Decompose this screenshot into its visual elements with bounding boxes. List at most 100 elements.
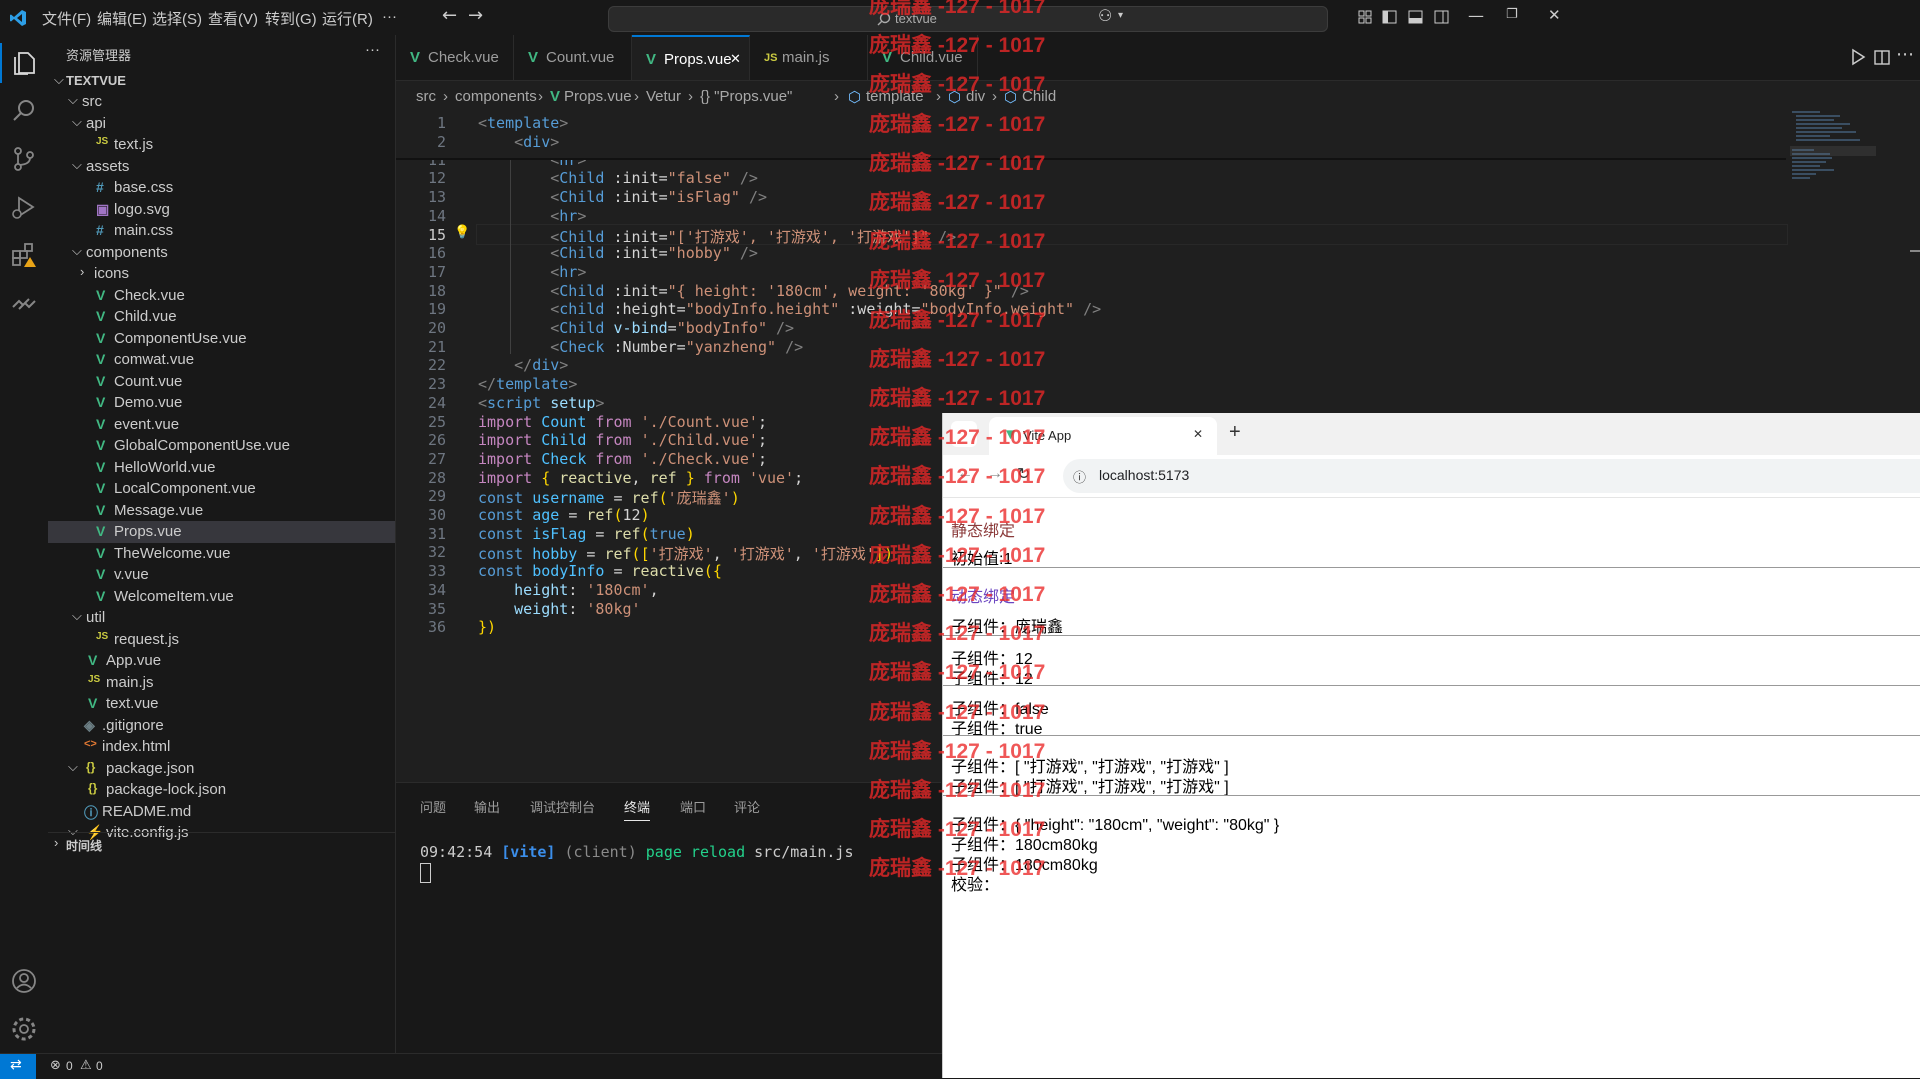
tree-item-globalcomponentuse-vue[interactable]: V GlobalComponentUse.vue xyxy=(48,435,395,457)
back-arrow-icon[interactable]: ← xyxy=(442,5,457,26)
menu-go[interactable]: 转到(G) xyxy=(265,8,317,29)
toggle-panel-icon[interactable] xyxy=(1408,10,1423,24)
vscode-logo-icon[interactable] xyxy=(9,9,27,27)
tree-item-components[interactable]: ⌵ components xyxy=(48,242,395,264)
tree-item-icons[interactable]: › icons xyxy=(48,263,395,285)
tree-item-package-json[interactable]: ⌵ {} package.json xyxy=(48,758,395,780)
tree-item-assets[interactable]: ⌵ assets xyxy=(48,156,395,178)
tab-count-vue[interactable]: V Count.vue xyxy=(514,35,632,80)
tree-item-event-vue[interactable]: Vevent.vue xyxy=(48,414,395,436)
explorer-files-icon[interactable] xyxy=(10,49,38,77)
js-file-icon: JS xyxy=(88,673,101,685)
tree-item-main-js[interactable]: JS main.js xyxy=(48,672,395,694)
panel-tab-output[interactable]: 输出 xyxy=(474,797,500,816)
tree-item-app-vue[interactable]: V App.vue xyxy=(48,650,395,672)
tree-item-util[interactable]: ⌵ util xyxy=(48,607,395,629)
line-number: 22 xyxy=(427,356,446,375)
tab-props-vue[interactable]: V Props.vue ✕ xyxy=(632,35,750,80)
tree-item-welcomeitem-vue[interactable]: V WelcomeItem.vue xyxy=(48,586,395,608)
tree-item-package-lock-json[interactable]: {} package-lock.json xyxy=(48,779,395,801)
tree-item-text-js[interactable]: JS text.js xyxy=(48,134,395,156)
copilot-chevron-down-icon[interactable]: ▾ xyxy=(1118,10,1123,21)
watermark-text: 庞瑞鑫 -127 - 1017 xyxy=(869,151,1046,175)
address-bar[interactable]: ⓘ localhost:5173 xyxy=(1063,459,1920,493)
split-editor-icon[interactable] xyxy=(1874,50,1890,65)
tree-item-child-vue[interactable]: V Child.vue xyxy=(48,306,395,328)
panel-tab-debug-console[interactable]: 调试控制台 xyxy=(530,797,595,816)
address-url[interactable]: localhost:5173 xyxy=(1099,467,1189,483)
minimize-window-icon[interactable]: — xyxy=(1468,6,1484,25)
terminal-cursor[interactable] xyxy=(420,863,431,883)
menu-view[interactable]: 查看(V) xyxy=(208,8,258,29)
code-line: }) xyxy=(478,618,497,637)
accounts-icon[interactable] xyxy=(10,967,38,995)
tree-item-readme-md[interactable]: ⓘ README.md xyxy=(48,801,395,823)
tree-item-main-css[interactable]: # main.css xyxy=(48,220,395,242)
tab-check-vue[interactable]: V Check.vue xyxy=(396,35,514,80)
tree-item-text-vue[interactable]: Vtext.vue xyxy=(48,693,395,715)
warning-count[interactable]: 0 xyxy=(96,1059,103,1073)
menu-run[interactable]: 运行(R) xyxy=(322,8,373,29)
restore-window-icon[interactable]: ❐ xyxy=(1506,7,1518,22)
source-control-icon[interactable] xyxy=(10,145,38,173)
tree-item-helloworld-vue[interactable]: V HelloWorld.vue xyxy=(48,457,395,479)
new-tab-button[interactable]: + xyxy=(1229,421,1241,444)
breadcrumb-components[interactable]: components xyxy=(455,88,537,105)
panel-tab-comments[interactable]: 评论 xyxy=(734,797,760,816)
close-window-icon[interactable]: ✕ xyxy=(1548,6,1561,24)
copilot-icon[interactable]: ⚇ xyxy=(1098,6,1112,25)
tree-item-api[interactable]: ⌵ api xyxy=(48,113,395,135)
tab-close-icon[interactable]: ✕ xyxy=(730,51,741,67)
tree-item-count-vue[interactable]: V Count.vue xyxy=(48,371,395,393)
run-file-play-icon[interactable] xyxy=(1850,48,1866,66)
breadcrumb-props-vue[interactable]: Props.vue xyxy=(564,88,632,105)
menu-selection[interactable]: 选择(S) xyxy=(152,8,202,29)
tab-main-js[interactable]: JS main.js xyxy=(750,35,868,80)
menu-edit[interactable]: 编辑(E) xyxy=(97,8,147,29)
menu-more[interactable]: ··· xyxy=(382,8,397,25)
tree-item-logo-svg[interactable]: ▣ logo.svg xyxy=(48,199,395,221)
toggle-primary-sidebar-icon[interactable] xyxy=(1382,10,1397,24)
tree-item-comwat-vue[interactable]: Vcomwat.vue xyxy=(48,349,395,371)
site-info-icon[interactable]: ⓘ xyxy=(1073,467,1086,486)
vue-file-icon: V xyxy=(96,351,106,367)
explorer-more-actions[interactable]: ··· xyxy=(365,41,380,58)
settings-gear-icon[interactable] xyxy=(10,1015,38,1043)
more-actions-icon[interactable]: ⋯ xyxy=(1896,44,1914,65)
error-count[interactable]: 0 xyxy=(66,1059,73,1073)
remote-indicator[interactable]: ⇄ xyxy=(0,1054,36,1079)
warning-icon[interactable]: ⚠ xyxy=(80,1058,92,1073)
tree-item-v-vue[interactable]: Vv.vue xyxy=(48,564,395,586)
lightbulb-icon[interactable]: 💡 xyxy=(454,225,470,240)
error-icon[interactable]: ⊗ xyxy=(50,1058,61,1073)
breadcrumb-src[interactable]: src xyxy=(416,88,436,105)
tree-item-thewelcome-vue[interactable]: V TheWelcome.vue xyxy=(48,543,395,565)
panel-tab-terminal[interactable]: 终端 xyxy=(624,797,651,821)
minimap[interactable] xyxy=(1790,110,1876,190)
tree-item-props-vue[interactable]: V Props.vue xyxy=(48,521,395,543)
timeline-header[interactable]: › 时间线 xyxy=(48,832,395,855)
tree-item-componentuse-vue[interactable]: V ComponentUse.vue xyxy=(48,328,395,350)
breadcrumb-module[interactable]: {} "Props.vue" xyxy=(700,88,792,105)
customize-layout-icon[interactable] xyxy=(1358,10,1372,24)
remote-explorer-icon[interactable] xyxy=(10,289,38,317)
tree-item-demo-vue[interactable]: V Demo.vue xyxy=(48,392,395,414)
forward-arrow-icon[interactable]: → xyxy=(468,5,483,26)
tree-item-request-js[interactable]: JS request.js xyxy=(48,629,395,651)
run-debug-icon[interactable] xyxy=(10,193,38,221)
toggle-secondary-sidebar-icon[interactable] xyxy=(1434,10,1449,24)
tree-item--gitignore[interactable]: ◈ .gitignore xyxy=(48,715,395,737)
tree-item-localcomponent-vue[interactable]: V LocalComponent.vue xyxy=(48,478,395,500)
tree-item-src[interactable]: ⌵ src xyxy=(48,91,395,113)
browser-tab-close-icon[interactable]: ✕ xyxy=(1193,427,1203,441)
breadcrumb-vetur[interactable]: Vetur xyxy=(646,88,681,105)
menu-file[interactable]: 文件(F) xyxy=(42,8,91,29)
panel-tab-ports[interactable]: 端口 xyxy=(680,797,706,816)
search-icon[interactable] xyxy=(10,97,38,125)
tree-item-check-vue[interactable]: V Check.vue xyxy=(48,285,395,307)
tree-item-message-vue[interactable]: V Message.vue xyxy=(48,500,395,522)
tree-item-index-html[interactable]: <> index.html xyxy=(48,736,395,758)
extensions-icon[interactable] xyxy=(10,241,38,269)
tree-item-base-css[interactable]: # base.css xyxy=(48,177,395,199)
panel-tab-problems[interactable]: 问题 xyxy=(420,797,446,816)
